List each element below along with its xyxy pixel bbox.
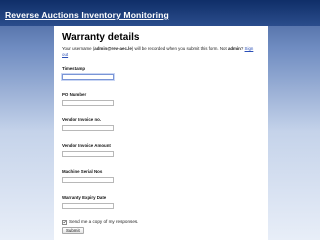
timestamp-input[interactable] bbox=[62, 74, 114, 80]
field-vendor-invoice-amount: Vendor Invoice Amount bbox=[62, 143, 114, 157]
notice-prefix: Your username ( bbox=[62, 46, 95, 51]
field-vendor-invoice-no: Vendor Invoice no. bbox=[62, 117, 114, 131]
field-timestamp: Timestamp bbox=[62, 66, 114, 80]
field-label-machine-serial-nos: Machine Serial Nos bbox=[62, 169, 103, 174]
form-card: Warranty details Your username (admin@re… bbox=[54, 26, 268, 240]
slide-background: Reverse Auctions Inventory Monitoring Wa… bbox=[0, 0, 320, 240]
page-title: Reverse Auctions Inventory Monitoring bbox=[5, 10, 169, 20]
warranty-expiry-date-input[interactable] bbox=[62, 203, 114, 209]
field-label-warranty-expiry-date: Warranty Expiry Date bbox=[62, 195, 107, 200]
field-po-number: PO Number bbox=[62, 92, 114, 106]
notice-mid: ) will be recorded when you submit this … bbox=[131, 46, 228, 51]
field-machine-serial-nos: Machine Serial Nos bbox=[62, 169, 114, 183]
notice-username: admin@rev-aec.le bbox=[94, 46, 132, 51]
vendor-invoice-no-input[interactable] bbox=[62, 125, 114, 131]
submit-button[interactable]: Submit bbox=[62, 227, 84, 234]
send-copy-label: Send me a copy of my responses. bbox=[69, 219, 139, 224]
po-number-input[interactable] bbox=[62, 100, 114, 106]
send-copy-checkbox[interactable] bbox=[62, 219, 67, 225]
field-label-vendor-invoice-amount: Vendor Invoice Amount bbox=[62, 143, 111, 148]
checkmark-icon bbox=[63, 220, 66, 224]
form-notice: Your username (admin@rev-aec.le) will be… bbox=[62, 46, 260, 58]
form-title: Warranty details bbox=[62, 32, 140, 43]
field-label-po-number: PO Number bbox=[62, 92, 87, 97]
vendor-invoice-amount-input[interactable] bbox=[62, 151, 114, 157]
field-warranty-expiry-date: Warranty Expiry Date bbox=[62, 195, 114, 209]
field-label-vendor-invoice-no: Vendor Invoice no. bbox=[62, 117, 102, 122]
notice-user: admin bbox=[227, 46, 241, 51]
field-label-timestamp: Timestamp bbox=[62, 66, 86, 71]
send-copy-row: Send me a copy of my responses. bbox=[62, 219, 138, 225]
machine-serial-nos-input[interactable] bbox=[62, 177, 114, 183]
